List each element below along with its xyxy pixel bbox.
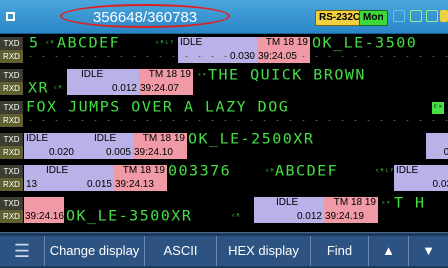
control-code: ᶜᴿ: [53, 84, 63, 93]
dot-row: [24, 120, 448, 121]
screen-icon: [426, 10, 438, 22]
idle-block: IDLE 0.020: [24, 133, 76, 159]
control-code: ᶜᴿ: [265, 167, 275, 176]
rx-stream: XR ᶜᴿ: [24, 79, 448, 97]
monitor-area[interactable]: TXDRXD 5 ᶜᴿ ABCDEF ᶜᴿᴸᶠ IDLE0.030 TM 18 …: [0, 34, 448, 231]
byte-counter: 356648/360783: [60, 4, 230, 28]
channel-label: TXD RXD: [0, 69, 23, 95]
tx-stream: 5 ᶜᴿ ABCDEF ᶜᴿᴸᶠ IDLE0.030 TM 18 1939:24…: [24, 34, 448, 63]
mode-badge: Mon: [359, 10, 388, 26]
timestamp-block: TM 18 19 39:24.10: [133, 133, 187, 159]
tx-stream: IDLE 0.015 13 TM 18 19 39:24.13 003376 ᶜᴿ A…: [24, 162, 448, 191]
ascii-button[interactable]: ASCII: [144, 236, 216, 266]
rx-stream: OK_LE-3500XR ᶜᴿ: [24, 207, 448, 225]
serial-monitor-app: { "topbar": { "byte_counter": "356648/36…: [0, 0, 448, 268]
tx-data: ABCDEF: [275, 162, 339, 180]
control-code: ˢˣ: [197, 71, 207, 80]
control-code: ᴱˣ: [432, 102, 444, 114]
channel-label: TXD RXD: [0, 101, 23, 127]
tx-stream: IDLE 0.012 TM 18 19 39:24.07 ˢˣ THE QUICK …: [24, 66, 448, 95]
display-icon: [410, 10, 422, 22]
control-code: ᶜᴿᴸᶠ: [375, 167, 395, 176]
menu-icon[interactable]: ☰: [0, 236, 44, 266]
control-code: ˢˣ: [381, 199, 391, 208]
lightning-icon: [440, 10, 448, 22]
window-icon[interactable]: [6, 12, 15, 21]
control-code: ᶜᴿ: [231, 212, 241, 221]
change-display-button[interactable]: Change display: [44, 236, 144, 266]
toolbar: ☰ Change display ASCII HEX display Find …: [0, 232, 448, 268]
tx-data: ABCDEF: [57, 34, 121, 52]
signal-icon: [393, 10, 405, 22]
idle-block: IDLE 0.015 13: [24, 165, 114, 191]
dot-row: [24, 56, 448, 57]
scroll-down-button[interactable]: ▼: [408, 236, 448, 266]
channel-label: TXD RXD: [0, 133, 23, 159]
channel-label: TXD RXD: [0, 37, 23, 63]
tx-data: THE QUICK BROWN: [208, 66, 366, 84]
idle-block: IDLE 0.005: [76, 133, 133, 159]
tx-stream: FOX JUMPS OVER A LAZY DOG ᴱˣ: [24, 98, 448, 116]
tx-data: 5: [29, 34, 40, 52]
tx-data: FOX JUMPS OVER A LAZY DOG: [26, 98, 290, 116]
idle-block: 0.: [426, 133, 448, 159]
rx-data: XR: [28, 79, 50, 97]
channel-label: TXD RXD: [0, 165, 23, 191]
control-code: ᶜᴿ: [45, 39, 55, 48]
port-badge: RS-232C: [315, 10, 365, 26]
tx-data: OK_LE-3500: [312, 34, 418, 52]
channel-label: TXD RXD: [0, 197, 23, 223]
title-bar: 356648/360783 RS-232C Mon: [0, 0, 448, 34]
find-button[interactable]: Find: [310, 236, 368, 266]
idle-block: IDLE0.030: [178, 37, 257, 63]
control-code: ᶜᴿᴸᶠ: [155, 39, 175, 48]
rx-data: OK_LE-3500XR: [66, 207, 193, 225]
tx-data: OK_LE-2500XR: [188, 130, 315, 148]
hex-display-button[interactable]: HEX display: [216, 236, 310, 266]
scroll-up-button[interactable]: ▲: [368, 236, 408, 266]
tx-stream: IDLE 0.020 IDLE 0.005 TM 18 19 39:24.10 OK_…: [24, 130, 448, 159]
idle-block: IDLE0.03: [394, 165, 448, 191]
timestamp-block: TM 18 19 39:24.13: [114, 165, 167, 191]
timestamp-block: TM 18 1939:24.05: [257, 37, 310, 63]
tx-data: 003376: [168, 162, 232, 180]
tx-data: T H: [394, 194, 426, 212]
